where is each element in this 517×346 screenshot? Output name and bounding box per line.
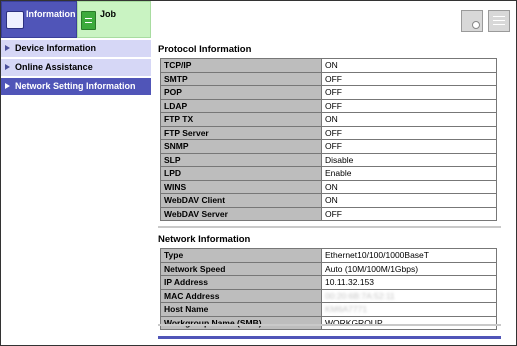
table-row: POP OFF: [160, 85, 497, 100]
protocol-value: OFF: [321, 85, 497, 100]
sidebar: Device Information Online Assistance Net…: [1, 40, 151, 345]
network-table: Type Ethernet10/100/1000BaseT Network Spee…: [160, 248, 497, 330]
sidebar-item-network-setting-information[interactable]: Network Setting Information: [1, 78, 151, 96]
table-row: SNMP OFF: [160, 139, 497, 154]
protocol-key: FTP TX: [160, 112, 322, 127]
protocol-value-text: Disable: [325, 154, 354, 165]
device-status-icon[interactable]: [461, 10, 483, 32]
protocol-key: LPD: [160, 166, 322, 181]
protocol-key: SNMP: [160, 139, 322, 154]
protocol-value: ON: [321, 58, 497, 73]
network-value-text: WORKGROUP: [325, 317, 383, 328]
protocol-value: OFF: [321, 71, 497, 86]
information-icon: [6, 11, 24, 29]
network-key: IP Address: [160, 275, 322, 290]
sidebar-item-label: Online Assistance: [15, 62, 93, 72]
table-row: FTP Server OFF: [160, 125, 497, 140]
protocol-value-text: OFF: [325, 87, 342, 98]
job-icon: [81, 11, 96, 30]
protocol-value-text: OFF: [325, 100, 342, 111]
triangle-right-icon: [5, 83, 10, 89]
protocol-value: ON: [321, 112, 497, 127]
browser-frame: Information Job Device Information Onlin…: [0, 0, 517, 346]
protocol-key: SLP: [160, 152, 322, 167]
table-row: MAC Address 00:20:6B:7A:52:11: [160, 288, 497, 303]
page-footer-bar: [158, 336, 501, 339]
table-row: Host Name KM6A7771: [160, 302, 497, 317]
protocol-key: WINS: [160, 179, 322, 194]
protocol-value: Enable: [321, 166, 497, 181]
sidebar-item-device-information[interactable]: Device Information: [1, 40, 151, 58]
tab-job-label: Job: [100, 9, 117, 19]
table-row: IP Address 10.11.32.153: [160, 275, 497, 290]
table-row: LPD Enable: [160, 166, 497, 181]
network-value: Auto (10M/100M/1Gbps): [321, 261, 497, 276]
menu-icon[interactable]: [488, 10, 510, 32]
protocol-value: Disable: [321, 152, 497, 167]
network-value-text: 10.11.32.153: [325, 277, 374, 288]
protocol-value: OFF: [321, 206, 497, 221]
network-value: 10.11.32.153: [321, 275, 497, 290]
protocol-value-text: Enable: [325, 168, 352, 179]
network-key: Workgroup Name (SMB): [160, 315, 322, 330]
table-row: WebDAV Client ON: [160, 193, 497, 208]
protocol-value-text: OFF: [325, 73, 342, 84]
table-row: Network Speed Auto (10M/100M/1Gbps): [160, 261, 497, 276]
protocol-value: OFF: [321, 125, 497, 140]
protocol-key: WebDAV Client: [160, 193, 322, 208]
protocol-value-text: ON: [325, 60, 338, 71]
table-row: SLP Disable: [160, 152, 497, 167]
table-row: LDAP OFF: [160, 98, 497, 113]
protocol-value-text: ON: [325, 114, 338, 125]
protocol-information-title: Protocol Information: [158, 44, 252, 55]
protocol-key: LDAP: [160, 98, 322, 113]
network-value: Ethernet10/100/1000BaseT: [321, 248, 497, 263]
network-value: WORKGROUP: [321, 315, 497, 330]
table-row: Workgroup Name (SMB) WORKGROUP: [160, 315, 497, 330]
protocol-key: TCP/IP: [160, 58, 322, 73]
tab-information-label: Information: [26, 9, 76, 19]
protocol-key: SMTP: [160, 71, 322, 86]
network-value-text: Auto (10M/100M/1Gbps): [325, 263, 419, 274]
table-row: WebDAV Server OFF: [160, 206, 497, 221]
network-key: Network Speed: [160, 261, 322, 276]
protocol-value: OFF: [321, 139, 497, 154]
tab-information[interactable]: Information: [1, 1, 77, 38]
section-divider: [158, 324, 501, 326]
network-information-title: Network Information: [158, 234, 251, 245]
network-value-text: 00:20:6B:7A:52:11: [325, 290, 395, 301]
protocol-value-text: ON: [325, 195, 338, 206]
network-value: KM6A7771: [321, 302, 497, 317]
protocol-key: POP: [160, 85, 322, 100]
protocol-value: ON: [321, 179, 497, 194]
protocol-value: ON: [321, 193, 497, 208]
protocol-key: WebDAV Server: [160, 206, 322, 221]
sidebar-item-label: Network Setting Information: [15, 81, 136, 91]
table-row: SMTP OFF: [160, 71, 497, 86]
table-row: FTP TX ON: [160, 112, 497, 127]
network-key: Type: [160, 248, 322, 263]
network-value-text: KM6A7771: [325, 304, 368, 315]
protocol-value-text: OFF: [325, 208, 342, 219]
table-row: TCP/IP ON: [160, 58, 497, 73]
sidebar-item-label: Device Information: [15, 43, 97, 53]
protocol-value-text: OFF: [325, 141, 342, 152]
table-row: WINS ON: [160, 179, 497, 194]
tab-job[interactable]: Job: [77, 1, 151, 38]
protocol-table: TCP/IP ON SMTP OFF POP OFF LDAP OFF FTP TX ON FTP …: [160, 58, 497, 221]
network-value: 00:20:6B:7A:52:11: [321, 288, 497, 303]
protocol-value: OFF: [321, 98, 497, 113]
network-key: MAC Address: [160, 288, 322, 303]
triangle-right-icon: [5, 45, 10, 51]
table-row: Type Ethernet10/100/1000BaseT: [160, 248, 497, 263]
protocol-key: FTP Server: [160, 125, 322, 140]
protocol-value-text: OFF: [325, 127, 342, 138]
network-value-text: Ethernet10/100/1000BaseT: [325, 250, 429, 261]
protocol-value-text: ON: [325, 181, 338, 192]
network-key: Host Name: [160, 302, 322, 317]
triangle-right-icon: [5, 64, 10, 70]
section-divider: [158, 226, 501, 228]
header: Information Job: [1, 1, 516, 40]
sidebar-item-online-assistance[interactable]: Online Assistance: [1, 59, 151, 77]
